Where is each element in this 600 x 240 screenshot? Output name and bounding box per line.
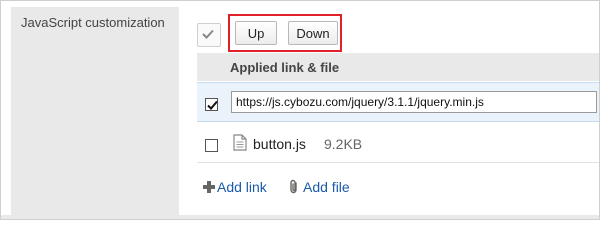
add-link-label: Add link: [217, 179, 267, 195]
down-button[interactable]: Down: [288, 21, 338, 45]
paperclip-icon: [290, 179, 297, 194]
select-all-checkbox[interactable]: [197, 23, 221, 47]
link-url-input[interactable]: [231, 91, 597, 113]
settings-panel: JavaScript customization Up Down Applied…: [0, 0, 600, 220]
file-size: 9.2KB: [324, 136, 363, 152]
table-row[interactable]: [197, 82, 599, 122]
row-checkbox[interactable]: [205, 139, 218, 152]
file-name: button.js: [253, 136, 306, 152]
row-checkbox[interactable]: [205, 98, 218, 111]
up-button[interactable]: Up: [235, 21, 277, 45]
divider: [1, 215, 599, 219]
add-link-button[interactable]: Add link: [203, 179, 267, 195]
plus-icon: [203, 181, 215, 193]
table-header: Applied link & file: [197, 53, 599, 81]
table-row[interactable]: button.js 9.2KB: [197, 123, 599, 163]
add-file-label: Add file: [303, 179, 350, 195]
checkmark-icon: [202, 29, 214, 39]
setting-label-column: JavaScript customization: [11, 7, 179, 215]
table-header-label: Applied link & file: [230, 60, 340, 75]
checkmark-icon: [207, 100, 218, 110]
file-icon: [233, 134, 247, 151]
add-file-button[interactable]: Add file: [288, 179, 350, 195]
setting-label: JavaScript customization: [21, 15, 165, 30]
